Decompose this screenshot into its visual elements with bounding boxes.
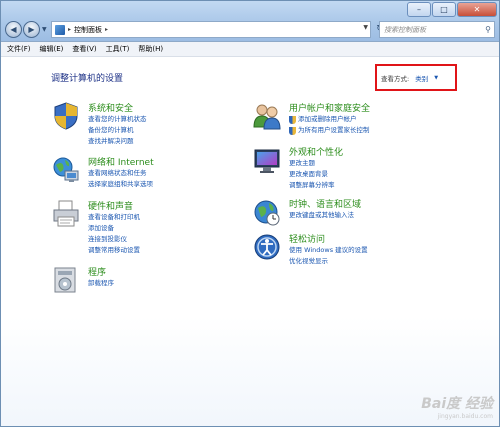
ease-of-access-icon[interactable]	[252, 232, 282, 262]
uac-shield-icon	[289, 126, 296, 135]
watermark-url: jingyan.baidu.com	[437, 413, 493, 420]
category-title[interactable]: 时钟、语言和区域	[289, 197, 361, 210]
link-recommended-settings[interactable]: 使用 Windows 建议的设置	[289, 245, 368, 256]
uac-shield-icon	[289, 115, 296, 124]
link-screen-resolution[interactable]: 调整屏幕分辨率	[289, 180, 335, 191]
control-panel-window: – □ ✕ ◀ ▶ ▼ ▸ 控制面板 ▸ ▼ ↻ 搜索控制面板 ⚲ 文件(F) …	[0, 0, 500, 427]
category-links: 查看设备和打印机 添加设备 连接到投影仪 调整常用移动设置	[88, 212, 140, 256]
category-links: 使用 Windows 建议的设置 优化视觉显示	[289, 245, 368, 267]
breadcrumb-separator[interactable]: ▸	[105, 26, 108, 33]
link-devices-printers[interactable]: 查看设备和打印机	[88, 212, 140, 223]
link-backup[interactable]: 备份您的计算机	[88, 125, 147, 136]
link-add-device[interactable]: 添加设备	[88, 223, 140, 234]
category-title[interactable]: 用户帐户和家庭安全	[289, 101, 370, 114]
control-panel-small-icon	[55, 24, 65, 35]
category-links: 更改主题 更改桌面背景 调整屏幕分辨率	[289, 158, 335, 191]
users-icon[interactable]	[252, 101, 282, 131]
view-by-label: 查看方式:	[381, 74, 410, 83]
category-links: 查看您的计算机状态 备份您的计算机 查找并解决问题	[88, 114, 147, 147]
minimize-button[interactable]: –	[407, 2, 431, 17]
view-by-value[interactable]: 类别	[415, 73, 428, 83]
link-add-remove-users[interactable]: 添加或删除用户帐户	[298, 114, 357, 125]
close-button[interactable]: ✕	[457, 2, 497, 17]
menu-tools[interactable]: 工具(T)	[106, 44, 130, 54]
link-uninstall[interactable]: 卸载程序	[88, 278, 114, 289]
search-input[interactable]: 搜索控制面板 ⚲	[379, 21, 495, 38]
link-projector[interactable]: 连接到投影仪	[88, 234, 140, 245]
address-bar[interactable]: ▸ 控制面板 ▸ ▼	[51, 21, 371, 38]
watermark: Bai度 经验 jingyan.baidu.com	[421, 393, 493, 420]
category-links: 添加或删除用户帐户 为所有用户设置家长控制	[289, 114, 370, 136]
menu-bar: 文件(F) 编辑(E) 查看(V) 工具(T) 帮助(H)	[1, 42, 499, 57]
category-title[interactable]: 外观和个性化	[289, 145, 343, 158]
link-optimize-visual[interactable]: 优化视觉显示	[289, 256, 368, 267]
link-homegroup[interactable]: 选择家庭组和共享选项	[88, 179, 153, 190]
maximize-button[interactable]: □	[432, 2, 456, 17]
back-button[interactable]: ◀	[5, 21, 22, 38]
link-troubleshoot[interactable]: 查找并解决问题	[88, 136, 147, 147]
category-links: 查看网络状态和任务 选择家庭组和共享选项	[88, 168, 153, 190]
link-change-theme[interactable]: 更改主题	[289, 158, 335, 169]
chevron-down-icon[interactable]: ▼	[434, 75, 438, 81]
printer-icon[interactable]	[51, 199, 81, 229]
category-title[interactable]: 网络和 Internet	[88, 155, 154, 168]
search-icon[interactable]: ⚲	[485, 25, 491, 34]
programs-icon[interactable]	[51, 265, 81, 295]
link-row: 添加或删除用户帐户	[289, 114, 370, 125]
display-icon[interactable]	[252, 145, 282, 175]
category-title[interactable]: 硬件和声音	[88, 199, 133, 212]
watermark-logo: Bai度 经验	[421, 396, 493, 412]
breadcrumb-separator[interactable]: ▸	[68, 26, 71, 33]
content-area: 调整计算机的设置 查看方式: 类别 ▼ 系统和安全 查看您的计算机状态 备份您的…	[1, 57, 499, 426]
address-dropdown-icon[interactable]: ▼	[363, 24, 368, 31]
link-mobility[interactable]: 调整常用移动设置	[88, 245, 140, 256]
page-title: 调整计算机的设置	[51, 74, 124, 84]
breadcrumb-control-panel[interactable]: 控制面板	[74, 25, 102, 35]
category-links: 卸载程序	[88, 278, 114, 289]
view-by-selector[interactable]: 查看方式: 类别 ▼	[375, 64, 457, 91]
menu-file[interactable]: 文件(F)	[7, 44, 31, 54]
recent-pages-dropdown-icon[interactable]: ▼	[42, 26, 47, 33]
link-parental-controls[interactable]: 为所有用户设置家长控制	[298, 125, 370, 136]
link-network-status[interactable]: 查看网络状态和任务	[88, 168, 153, 179]
category-title[interactable]: 轻松访问	[289, 232, 325, 245]
network-icon[interactable]	[51, 155, 81, 185]
link-view-status[interactable]: 查看您的计算机状态	[88, 114, 147, 125]
category-links: 更改键盘或其他输入法	[289, 210, 354, 221]
menu-view[interactable]: 查看(V)	[72, 44, 96, 54]
forward-button[interactable]: ▶	[23, 21, 40, 38]
shield-icon[interactable]	[51, 101, 81, 131]
caption-buttons: – □ ✕	[407, 2, 497, 17]
link-row: 为所有用户设置家长控制	[289, 125, 370, 136]
category-title[interactable]: 程序	[88, 265, 106, 278]
link-desktop-background[interactable]: 更改桌面背景	[289, 169, 335, 180]
menu-help[interactable]: 帮助(H)	[138, 44, 163, 54]
title-bar: – □ ✕ ◀ ▶ ▼ ▸ 控制面板 ▸ ▼ ↻ 搜索控制面板 ⚲	[1, 1, 499, 42]
menu-edit[interactable]: 编辑(E)	[40, 44, 64, 54]
category-title[interactable]: 系统和安全	[88, 101, 133, 114]
search-placeholder: 搜索控制面板	[384, 25, 426, 34]
link-keyboard-input[interactable]: 更改键盘或其他输入法	[289, 210, 354, 221]
globe-clock-icon[interactable]	[252, 197, 282, 227]
